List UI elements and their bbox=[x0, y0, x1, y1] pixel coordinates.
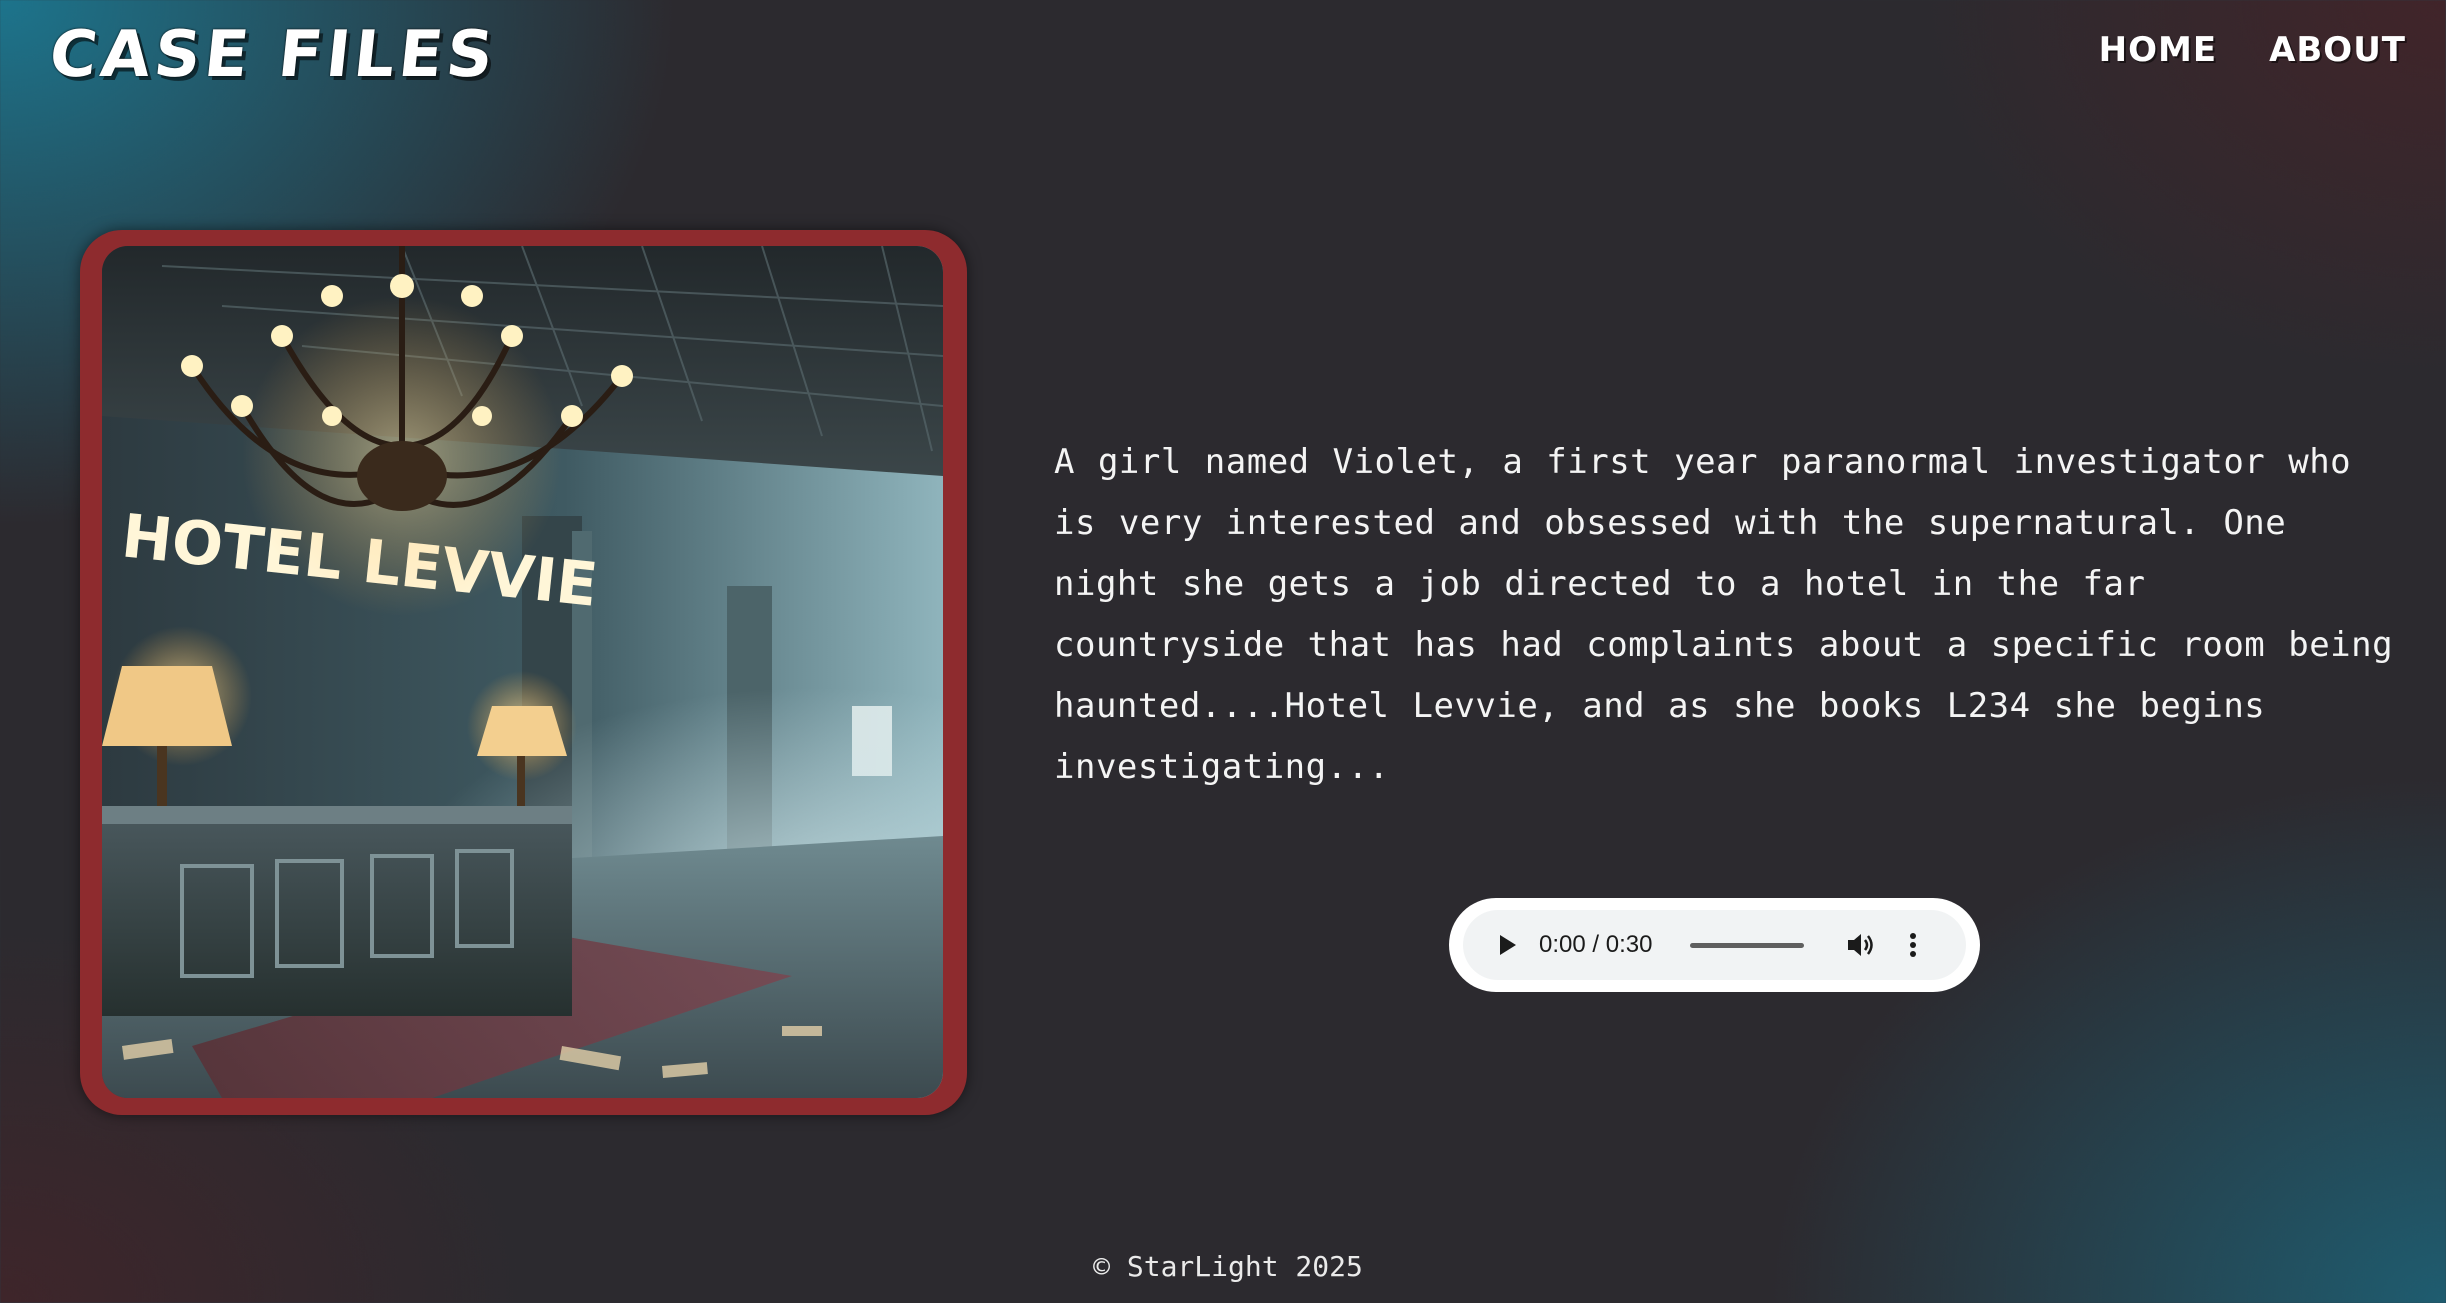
footer-copyright: © StarLight 2025 bbox=[1093, 1250, 1363, 1283]
hero-image-frame: HOTEL LEVVIE bbox=[80, 230, 967, 1115]
play-button[interactable] bbox=[1491, 928, 1525, 962]
nav-about-link[interactable]: ABOUT bbox=[2269, 30, 2406, 70]
more-vert-icon bbox=[1910, 933, 1917, 957]
audio-time: 0:00 / 0:30 bbox=[1539, 931, 1653, 958]
audio-controls: 0:00 / 0:30 bbox=[1463, 910, 1966, 980]
story-description: A girl named Violet, a first year parano… bbox=[1054, 442, 2394, 787]
play-icon bbox=[1500, 935, 1516, 955]
site-brand: CASE FILES bbox=[46, 18, 501, 92]
volume-button[interactable] bbox=[1844, 928, 1878, 962]
nav-home-link[interactable]: HOME bbox=[2099, 30, 2217, 70]
main-nav: HOME ABOUT bbox=[2099, 30, 2406, 70]
hotel-lobby-image: HOTEL LEVVIE bbox=[102, 246, 943, 1098]
audio-player: 0:00 / 0:30 bbox=[1449, 898, 1980, 992]
more-options-button[interactable] bbox=[1898, 928, 1928, 962]
audio-seek-bar[interactable] bbox=[1690, 942, 1805, 948]
volume-icon bbox=[1848, 934, 1874, 956]
